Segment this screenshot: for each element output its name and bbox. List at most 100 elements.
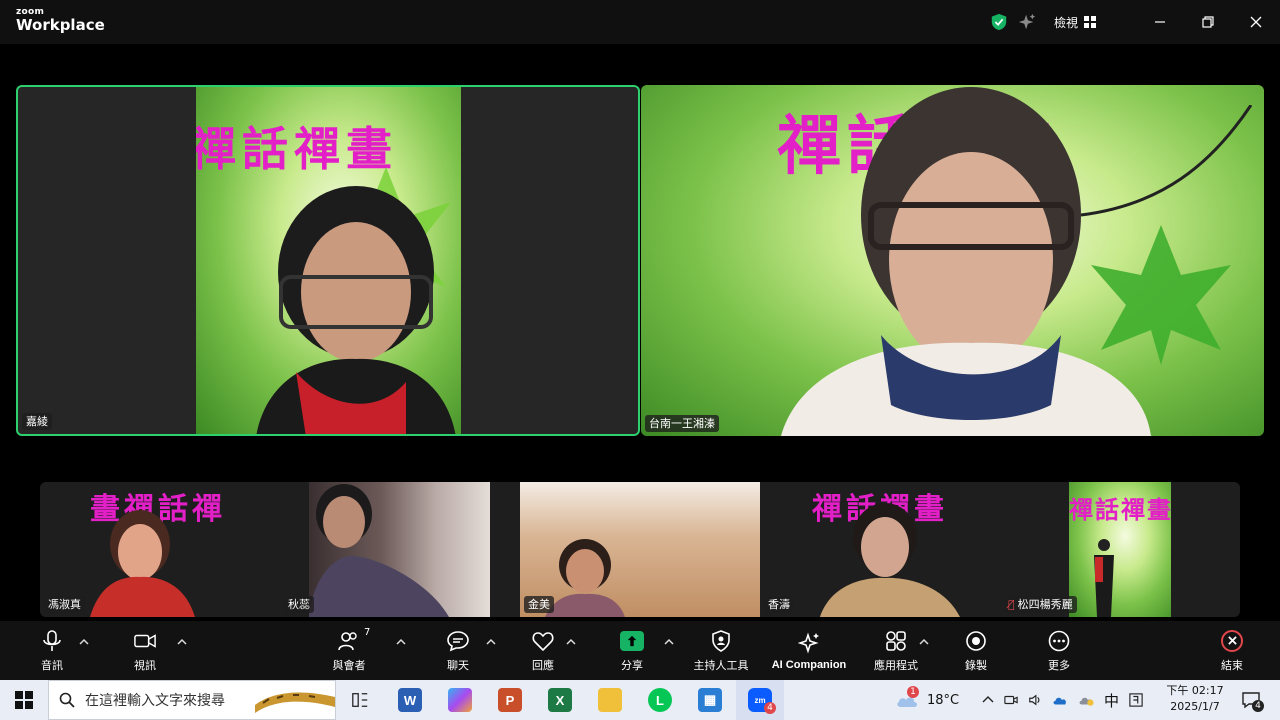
ai-companion-button[interactable]: AI Companion bbox=[766, 621, 852, 680]
share-button[interactable]: 分享 bbox=[612, 621, 652, 680]
participant-name: 秋蕊 bbox=[284, 595, 314, 613]
chat-chevron-up-icon[interactable] bbox=[486, 637, 496, 647]
host-tools-label: 主持人工具 bbox=[693, 658, 749, 672]
title-bar: zoom Workplace 檢視 bbox=[0, 0, 1280, 44]
record-label: 錄製 bbox=[965, 658, 987, 672]
name-text: 馮淑真 bbox=[48, 597, 81, 611]
minimize-button[interactable] bbox=[1136, 0, 1184, 44]
gallery-tile-2[interactable]: 秋蕊 bbox=[280, 482, 520, 617]
minimize-icon bbox=[1155, 21, 1165, 23]
shield-check-icon[interactable] bbox=[990, 13, 1008, 31]
gallery-tile-5[interactable]: 禪話禪畫 🎙̸ 松四楊秀麗 bbox=[1000, 482, 1240, 617]
gallery-tile-3[interactable]: 金美 bbox=[520, 482, 760, 617]
video-chevron-up-icon[interactable] bbox=[177, 637, 187, 647]
participants-chevron-up-icon[interactable] bbox=[396, 637, 406, 647]
host-tools-button[interactable]: 主持人工具 bbox=[686, 621, 756, 680]
onedrive-icon[interactable] bbox=[1052, 693, 1068, 707]
taskbar-powerpoint[interactable]: P bbox=[486, 680, 534, 720]
search-highlight-film-icon bbox=[255, 692, 335, 713]
participant-name: 馮淑真 bbox=[44, 595, 85, 613]
gallery-tile-4[interactable]: 禪話禪畫 香濤 bbox=[760, 482, 1000, 617]
participant-name: 台南一王湘溱 bbox=[645, 414, 719, 432]
chat-icon bbox=[447, 630, 469, 651]
tray-chevron-up-icon[interactable] bbox=[982, 694, 994, 706]
taskbar-clock[interactable]: 下午 02:17 2025/1/7 bbox=[1160, 683, 1230, 715]
onedrive-warning-icon[interactable] bbox=[1078, 693, 1094, 707]
audio-chevron-up-icon[interactable] bbox=[79, 637, 89, 647]
record-button[interactable]: 錄製 bbox=[956, 621, 996, 680]
taskbar-excel[interactable]: X bbox=[536, 680, 584, 720]
apps-chevron-up-icon[interactable] bbox=[919, 637, 929, 647]
video-button[interactable]: 視訊 bbox=[125, 621, 165, 680]
participants-button[interactable]: 7 與會者 bbox=[324, 621, 374, 680]
zoom-badge: 4 bbox=[764, 702, 776, 714]
name-text: 松四楊秀麗 bbox=[1017, 597, 1073, 611]
apps-icon bbox=[886, 630, 906, 651]
react-chevron-up-icon[interactable] bbox=[566, 637, 576, 647]
person-silhouette bbox=[256, 186, 456, 434]
view-button[interactable]: 檢視 bbox=[1054, 14, 1096, 31]
windows-logo-icon bbox=[15, 691, 33, 709]
chat-label: 聊天 bbox=[447, 658, 469, 672]
task-view-icon bbox=[352, 693, 368, 707]
name-text: 香濤 bbox=[768, 597, 790, 611]
ime-mode-icon[interactable] bbox=[1129, 693, 1143, 707]
participant-name: 金美 bbox=[524, 595, 554, 613]
person-silhouette bbox=[781, 87, 1151, 436]
weather-widget[interactable]: 1 18°C bbox=[895, 680, 959, 720]
apps-button[interactable]: 應用程式 bbox=[868, 621, 924, 680]
notification-badge: 4 bbox=[1252, 700, 1264, 712]
name-text: 台南一王湘溱 bbox=[649, 416, 715, 430]
taskbar-word[interactable]: W bbox=[386, 680, 434, 720]
weather-badge: 1 bbox=[907, 686, 919, 698]
clock-time: 下午 02:17 bbox=[1166, 684, 1224, 697]
taskbar-store[interactable]: ▦ bbox=[686, 680, 734, 720]
taskbar-copilot[interactable] bbox=[436, 680, 484, 720]
participants-icon bbox=[338, 631, 357, 650]
apps-label: 應用程式 bbox=[874, 658, 918, 672]
participant-name: 香濤 bbox=[764, 595, 794, 613]
taskbar-search-box[interactable]: 在這裡輸入文字來搜尋 bbox=[48, 680, 336, 720]
taskbar-file-explorer[interactable] bbox=[586, 680, 634, 720]
search-icon bbox=[59, 692, 75, 708]
end-button[interactable]: 結束 bbox=[1212, 621, 1252, 680]
person-silhouette bbox=[820, 503, 960, 617]
share-chevron-up-icon[interactable] bbox=[664, 637, 674, 647]
notification-center[interactable]: 4 bbox=[1236, 680, 1266, 720]
end-x-icon bbox=[1221, 629, 1243, 652]
heart-icon bbox=[532, 631, 554, 651]
search-placeholder: 在這裡輸入文字來搜尋 bbox=[85, 693, 225, 709]
task-view-button[interactable] bbox=[336, 680, 384, 720]
clock-date: 2025/1/7 bbox=[1170, 700, 1220, 713]
meet-now-icon[interactable] bbox=[1004, 693, 1018, 707]
share-label: 分享 bbox=[621, 658, 643, 672]
chat-button[interactable]: 聊天 bbox=[438, 621, 478, 680]
sparkle-icon[interactable] bbox=[1018, 13, 1036, 31]
start-button[interactable] bbox=[0, 680, 48, 720]
folder-icon bbox=[598, 688, 622, 712]
react-button[interactable]: 回應 bbox=[523, 621, 563, 680]
taskbar-line[interactable]: L bbox=[636, 680, 684, 720]
more-label: 更多 bbox=[1048, 658, 1070, 672]
react-label: 回應 bbox=[532, 658, 554, 672]
grid-icon bbox=[1084, 16, 1096, 28]
close-button[interactable] bbox=[1232, 0, 1280, 44]
taskbar-zoom[interactable]: zm 4 bbox=[736, 680, 784, 720]
view-label: 檢視 bbox=[1053, 15, 1078, 30]
copilot-icon bbox=[448, 688, 472, 712]
volume-icon[interactable] bbox=[1028, 693, 1042, 707]
gallery-tile-1[interactable]: 畫禪話禪 馮淑真 bbox=[40, 482, 280, 617]
zoom-logo: zoom Workplace bbox=[16, 8, 105, 33]
ime-indicator[interactable]: 中 bbox=[1104, 690, 1119, 711]
video-tile-main-2[interactable]: 禪話禪畫 台南一王湘溱 bbox=[641, 85, 1264, 436]
name-text: 秋蕊 bbox=[288, 597, 310, 611]
audio-button[interactable]: 音訊 bbox=[32, 621, 72, 680]
video-label: 視訊 bbox=[134, 658, 156, 672]
restore-button[interactable] bbox=[1184, 0, 1232, 44]
more-button[interactable]: 更多 bbox=[1039, 621, 1079, 680]
microphone-icon bbox=[43, 629, 61, 651]
participant-name: 嘉綾 bbox=[22, 412, 52, 430]
zoom-window: zoom Workplace 檢視 禪話禪畫 嘉綾 台南一王湘溱 畫禪話禪 馮淑… bbox=[0, 0, 1280, 720]
ai-companion-label: AI Companion bbox=[771, 658, 847, 671]
video-tile-main-1[interactable]: 禪話禪畫 嘉綾 bbox=[16, 85, 640, 436]
